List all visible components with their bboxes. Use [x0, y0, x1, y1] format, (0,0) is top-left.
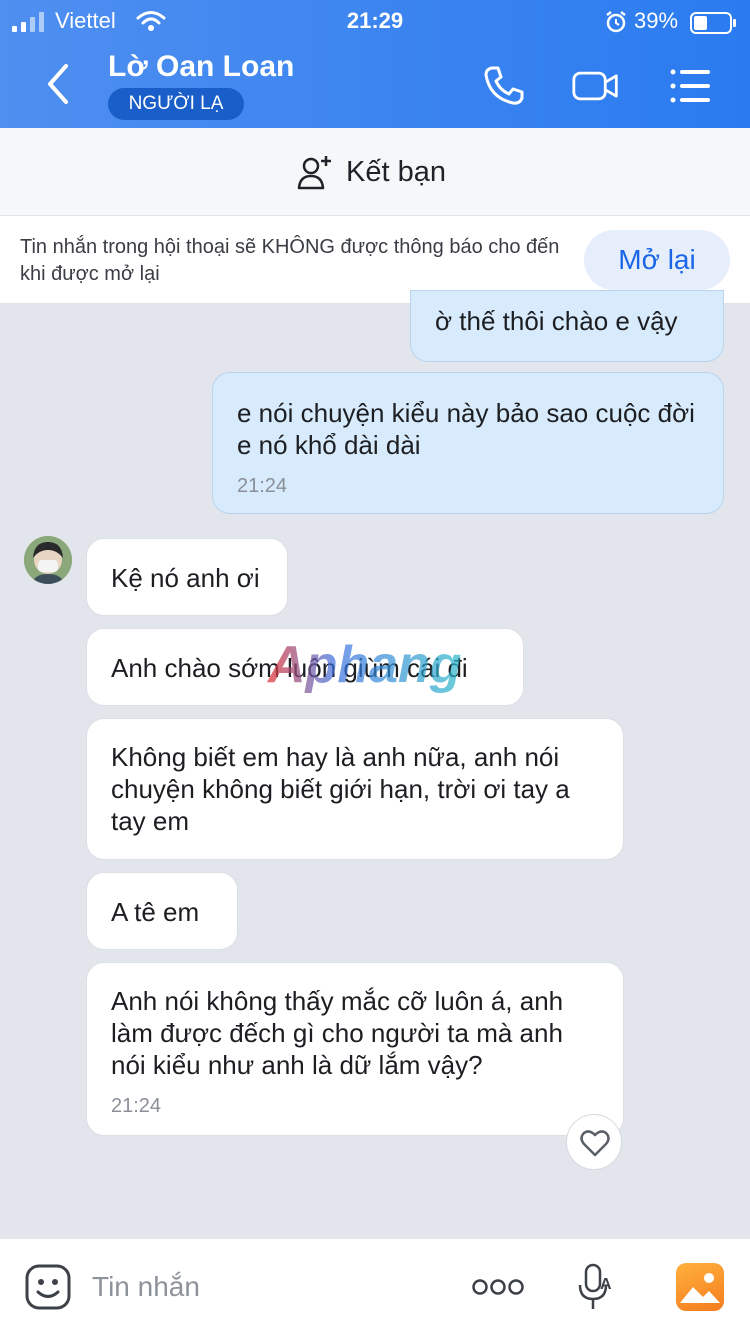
battery-percent: 39%	[634, 8, 679, 33]
phone-icon[interactable]	[480, 62, 528, 110]
message-time: 21:24	[111, 1095, 162, 1117]
stranger-badge: NGƯỜI LẠ	[108, 88, 244, 120]
alarm-icon	[606, 11, 626, 33]
photo-icon	[680, 1273, 720, 1303]
message-bubble[interactable]: Không biết em hay là anh nữa, anh nói ch…	[86, 718, 624, 860]
message-text: Kệ nó anh ơi	[111, 563, 260, 593]
message-time: 21:24	[237, 475, 288, 497]
mute-notice-text: Tin nhắn trong hội thoại sẽ KHÔNG được t…	[20, 236, 560, 285]
contact-name[interactable]: Lờ Oan Loan	[108, 50, 294, 84]
menu-icon[interactable]	[666, 62, 714, 110]
message-bubble[interactable]: Anh nói không thấy mắc cỡ luôn á, anh là…	[86, 962, 624, 1136]
message-bubble[interactable]: A tê em	[86, 872, 238, 950]
message-text: ờ thế thôi chào e vậy	[435, 306, 678, 336]
svg-text:Aphang: Aphang	[266, 636, 462, 694]
photo-button[interactable]	[676, 1263, 724, 1311]
message-text: A tê em	[111, 897, 200, 927]
video-call-icon[interactable]	[572, 62, 620, 110]
react-button[interactable]	[566, 1114, 622, 1170]
message-input[interactable]	[92, 1261, 452, 1313]
add-friend-bar: Kết bạn	[0, 128, 750, 216]
chat-header: Viettel 21:29 39% Lờ Oan Loan NGƯỜI LẠ	[0, 0, 750, 128]
contact-avatar-image	[24, 536, 72, 584]
message-bubble[interactable]: e nói chuyện kiểu này bảo sao cuộc đời e…	[212, 372, 724, 514]
message-bubble[interactable]: Kệ nó anh ơi	[86, 538, 288, 616]
battery-icon	[690, 12, 736, 34]
add-user-icon	[297, 156, 331, 190]
message-bubble[interactable]: ờ thế thôi chào e vậy	[410, 290, 724, 362]
watermark-logo: Aphang	[266, 636, 462, 694]
status-bar: Viettel 21:29 39%	[0, 6, 750, 36]
message-text: e nói chuyện kiểu này bảo sao cuộc đời e…	[237, 398, 695, 460]
reopen-button[interactable]: Mở lại	[584, 230, 730, 290]
message-input-bar: A	[0, 1238, 750, 1334]
svg-text:A: A	[600, 1276, 612, 1293]
back-icon[interactable]	[36, 58, 80, 110]
avatar[interactable]	[24, 536, 72, 584]
mic-icon[interactable]: A	[576, 1261, 616, 1313]
emoji-icon[interactable]	[24, 1263, 72, 1311]
heart-icon	[580, 1130, 610, 1157]
more-icon[interactable]	[470, 1269, 526, 1305]
message-text: Không biết em hay là anh nữa, anh nói ch…	[111, 742, 570, 836]
add-friend-button[interactable]: Kết bạn	[296, 152, 446, 192]
add-friend-label: Kết bạn	[346, 155, 446, 188]
message-text: Anh nói không thấy mắc cỡ luôn á, anh là…	[111, 986, 564, 1080]
